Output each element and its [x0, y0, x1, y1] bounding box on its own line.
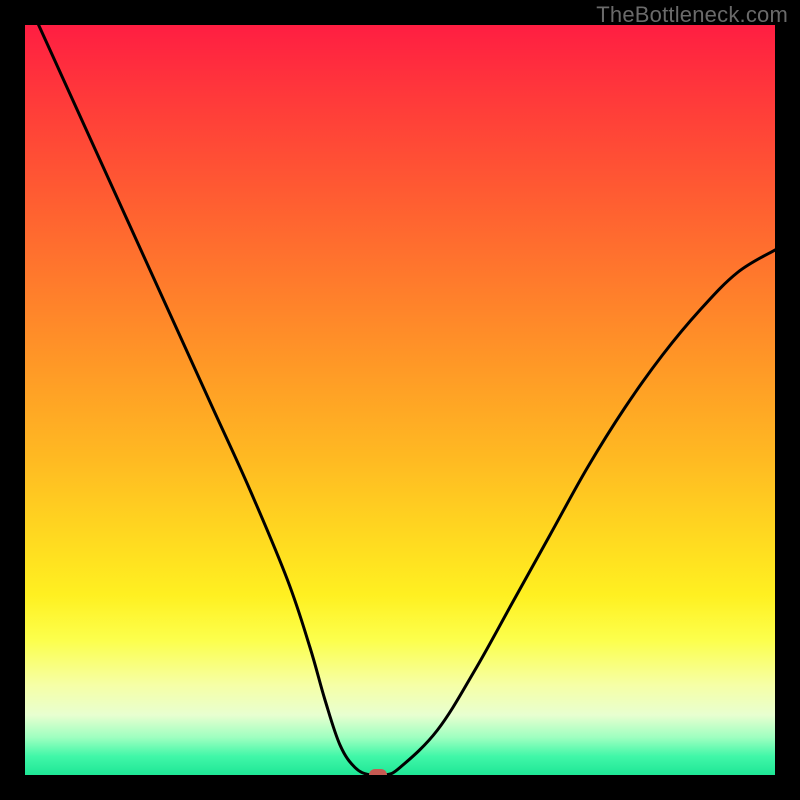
chart-frame: TheBottleneck.com — [0, 0, 800, 800]
watermark-text: TheBottleneck.com — [596, 2, 788, 28]
optimum-marker-icon — [369, 769, 387, 775]
bottleneck-curve — [25, 25, 775, 775]
plot-area — [25, 25, 775, 775]
